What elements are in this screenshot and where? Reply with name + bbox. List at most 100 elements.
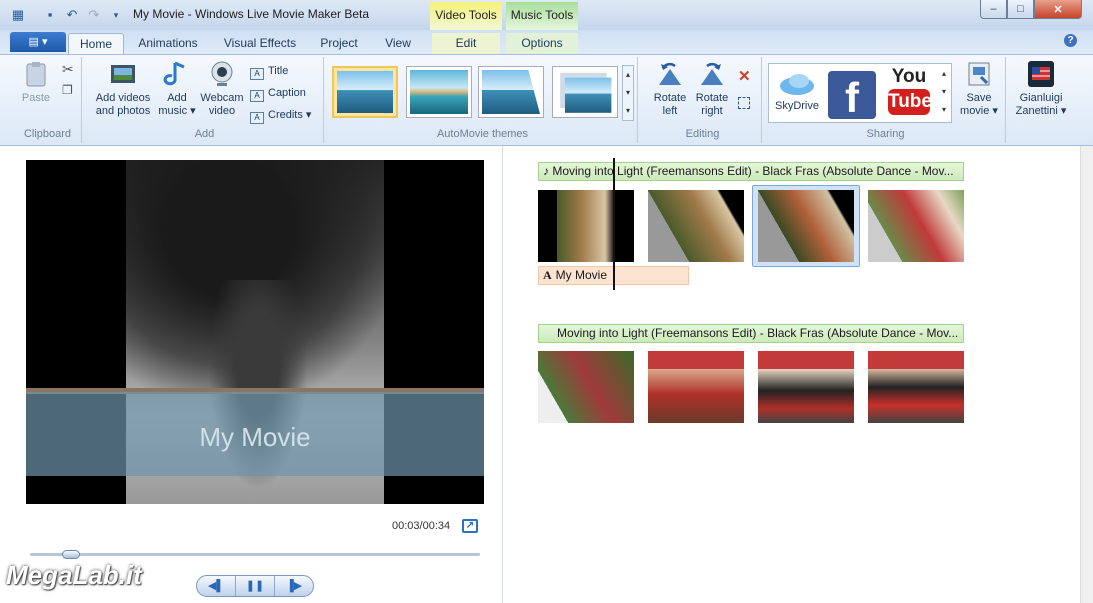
title-icon: A bbox=[250, 68, 264, 80]
youtube-label-1: You bbox=[891, 66, 927, 87]
webcam-icon bbox=[211, 61, 233, 86]
add-videos-label-2: and photos bbox=[95, 105, 151, 117]
add-music-label-1: Add bbox=[167, 92, 187, 104]
user-group: Gianluigi Zanettini ▾ bbox=[1008, 57, 1074, 143]
skydrive-button[interactable]: SkyDrive bbox=[772, 71, 822, 113]
storyboard-scrollbar[interactable] bbox=[1080, 146, 1093, 603]
rotate-right-icon bbox=[701, 62, 723, 85]
clip-8[interactable] bbox=[868, 351, 964, 423]
credits-button[interactable]: A Credits ▾ bbox=[250, 106, 311, 124]
user-flag-icon bbox=[1028, 61, 1054, 87]
theme-thumbnail-4[interactable] bbox=[552, 66, 618, 118]
select-all-icon[interactable] bbox=[738, 97, 750, 109]
theme-thumbnail-2[interactable] bbox=[406, 66, 472, 118]
user-account-button[interactable]: Gianluigi Zanettini ▾ bbox=[1010, 59, 1072, 118]
clip-2[interactable] bbox=[648, 190, 744, 262]
user-name-2: Zanettini ▾ bbox=[1015, 105, 1067, 117]
seek-bar[interactable] bbox=[30, 553, 480, 556]
film-icon[interactable]: ▦ bbox=[10, 7, 26, 23]
tab-edit[interactable]: Edit bbox=[432, 33, 500, 54]
customize-icon[interactable]: ▾ bbox=[108, 7, 124, 23]
caption-button[interactable]: A Caption bbox=[250, 84, 306, 102]
previous-frame-button[interactable]: ◀▌ bbox=[197, 576, 236, 596]
music-tools-context: Music Tools bbox=[506, 2, 578, 30]
video-preview[interactable]: My Movie bbox=[26, 160, 484, 504]
skydrive-icon bbox=[780, 74, 814, 95]
megalab-logo: MegaLab.it bbox=[6, 560, 142, 590]
webcam-label-1: Webcam bbox=[200, 92, 244, 104]
themes-gallery-scroll[interactable]: ▴ ▾ ▾ bbox=[622, 65, 634, 121]
editing-group: Rotate left Rotate right ✕ Editing bbox=[644, 57, 762, 143]
clip-thumbnail bbox=[538, 351, 634, 423]
tab-project[interactable]: Project bbox=[312, 33, 366, 54]
clip-7[interactable] bbox=[758, 351, 854, 423]
playhead[interactable] bbox=[613, 158, 615, 290]
themes-group-label: AutoMovie themes bbox=[436, 128, 529, 140]
clip-thumbnail bbox=[758, 351, 854, 423]
theme-preview-image bbox=[565, 77, 612, 113]
minimize-button[interactable]: – bbox=[980, 0, 1007, 19]
clip-6[interactable] bbox=[648, 351, 744, 423]
music-track-2[interactable]: Moving into Light (Freemansons Edit) - B… bbox=[538, 324, 964, 343]
sharing-gallery-scroll[interactable]: ▴ ▾ ▾ bbox=[938, 65, 950, 121]
maximize-button[interactable]: □ bbox=[1007, 0, 1034, 19]
clip-5[interactable] bbox=[538, 351, 634, 423]
paste-label: Paste bbox=[21, 92, 51, 104]
add-music-button[interactable]: Add music ▾ bbox=[156, 59, 198, 118]
facebook-button[interactable]: f bbox=[828, 71, 876, 121]
user-name-1: Gianluigi bbox=[1019, 92, 1063, 104]
fullscreen-icon[interactable]: ↗ bbox=[462, 519, 478, 533]
clip-thumbnail bbox=[538, 190, 634, 262]
clipboard-group: Paste ✂ ❐ Clipboard bbox=[14, 57, 82, 143]
credits-label: Credits ▾ bbox=[268, 109, 312, 121]
youtube-button[interactable]: You Tube bbox=[884, 67, 934, 121]
title-bar: ▦ ▪ ↶ ↷ ▾ My Movie - Windows Live Movie … bbox=[0, 0, 1093, 30]
tab-visual-effects[interactable]: Visual Effects bbox=[214, 33, 306, 54]
theme-thumbnail-1[interactable] bbox=[332, 66, 398, 118]
save-movie-button[interactable]: Save movie ▾ bbox=[956, 59, 1002, 118]
theme-thumbnail-3[interactable] bbox=[478, 66, 544, 118]
save-movie-label-1: Save bbox=[966, 92, 992, 104]
remove-icon[interactable]: ✕ bbox=[738, 67, 751, 85]
app-menu-button[interactable]: ▤ ▾ bbox=[10, 32, 66, 52]
seek-thumb[interactable] bbox=[61, 550, 80, 559]
editing-group-label: Editing bbox=[685, 128, 720, 140]
redo-icon[interactable]: ↷ bbox=[86, 7, 102, 23]
clip-4[interactable] bbox=[868, 190, 964, 262]
paste-button[interactable]: Paste bbox=[18, 59, 54, 105]
close-button[interactable]: ✕ bbox=[1034, 0, 1082, 19]
tab-options[interactable]: Options bbox=[506, 33, 578, 54]
rotate-left-icon bbox=[659, 62, 681, 85]
pause-button[interactable]: ❚❚ bbox=[236, 576, 275, 596]
rotate-right-button[interactable]: Rotate right bbox=[692, 59, 732, 118]
add-music-label-2: music ▾ bbox=[158, 105, 196, 117]
save-icon[interactable]: ▪ bbox=[42, 7, 58, 23]
add-videos-label-1: Add videos bbox=[95, 92, 151, 104]
music-track-1[interactable]: ♪ Moving into Light (Freemansons Edit) -… bbox=[538, 162, 964, 181]
save-movie-icon bbox=[968, 62, 990, 86]
next-frame-button[interactable]: ▐▶ bbox=[275, 576, 313, 596]
clip-thumbnail bbox=[868, 190, 964, 262]
copy-icon[interactable]: ❐ bbox=[62, 83, 73, 97]
clip-3[interactable] bbox=[758, 190, 854, 262]
theme-preview-image bbox=[410, 70, 468, 114]
caption-icon: A bbox=[250, 90, 264, 102]
cut-icon[interactable]: ✂ bbox=[62, 61, 74, 78]
tab-view[interactable]: View bbox=[374, 33, 422, 54]
add-group-label: Add bbox=[194, 128, 215, 140]
add-videos-button[interactable]: Add videos and photos bbox=[90, 59, 156, 118]
clip-thumbnail bbox=[868, 351, 964, 423]
tab-home[interactable]: Home bbox=[68, 33, 124, 54]
clip-1[interactable] bbox=[538, 190, 634, 262]
film-photo-icon bbox=[111, 65, 135, 83]
tab-animations[interactable]: Animations bbox=[130, 33, 206, 54]
webcam-video-button[interactable]: Webcam video bbox=[198, 59, 246, 118]
title-label: Title bbox=[268, 65, 289, 77]
ribbon: Paste ✂ ❐ Clipboard Add videos and photo… bbox=[0, 54, 1093, 146]
add-group: Add videos and photos Add music ▾ Webcam… bbox=[86, 57, 324, 143]
help-icon[interactable]: ? bbox=[1064, 34, 1077, 47]
title-button[interactable]: A Title bbox=[250, 62, 288, 80]
rotate-left-button[interactable]: Rotate left bbox=[650, 59, 690, 118]
rotate-right-label-1: Rotate bbox=[695, 92, 729, 104]
undo-icon[interactable]: ↶ bbox=[64, 7, 80, 23]
